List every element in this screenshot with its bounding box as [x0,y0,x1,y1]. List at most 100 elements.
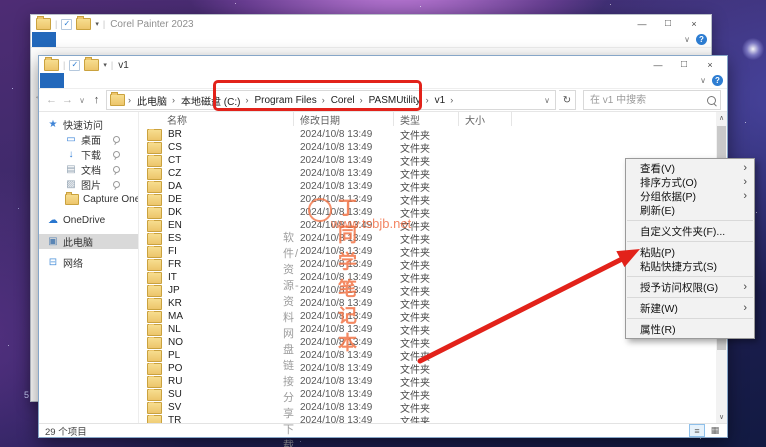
breadcrumb-this-pc[interactable]: 此电脑 › [133,93,176,108]
help-icon[interactable]: ? [696,34,707,45]
properties-check-icon[interactable]: ✓ [69,60,80,71]
thumbnails-view-button[interactable]: ▦ [707,424,723,437]
pin-icon [113,181,120,188]
sidebar-item-capture-one-sess[interactable]: Capture One Sess [39,192,138,207]
column-header-date-modified[interactable]: 修改日期 [294,112,394,126]
properties-check-icon[interactable]: ✓ [61,19,72,30]
recent-locations-dropdown-icon[interactable]: ∨ [77,96,87,105]
column-headers: 名称 修改日期 类型 大小 [139,112,716,126]
search-icon[interactable] [707,96,716,105]
quick-access-toolbar: | ✓ ▾ | [44,59,113,71]
breadcrumb-corel[interactable]: Corel › [327,95,364,106]
pin-icon [113,136,120,143]
refresh-button[interactable]: ↻ [559,90,576,110]
separator: | [111,60,113,70]
customize-toolbar-arrow-icon[interactable]: ▾ [103,61,107,69]
menu-item-group-by[interactable]: 分组依据(P) › [626,189,754,203]
breadcrumb-chevron-icon: › [127,95,132,105]
help-icon[interactable]: ? [712,75,723,86]
maximize-button[interactable]: □ [655,17,681,31]
file-row[interactable]: TR 2024/10/8 13:49 文件夹 [139,414,716,423]
folder-icon [147,194,162,206]
folder-icon [147,337,162,349]
sidebar-item-documents[interactable]: ▤ 文档 [39,162,138,177]
breadcrumb-pasmutility[interactable]: PASMUtility › [365,95,430,106]
folder-icon [147,350,162,362]
sidebar-item-pictures[interactable]: ▨ 图片 [39,177,138,192]
menu-item-paste[interactable]: 粘贴(P) [626,245,754,259]
menu-item-sort-by[interactable]: 排序方式(O) › [626,175,754,189]
close-button[interactable]: × [681,17,707,31]
forward-button[interactable]: → [61,94,74,106]
menu-item-view[interactable]: 查看(V) › [626,161,754,175]
search-input[interactable] [588,94,704,107]
close-button[interactable]: × [697,58,723,72]
column-header-name[interactable]: 名称 [139,112,294,126]
breadcrumb-v1[interactable]: v1 › [431,95,455,106]
address-dropdown-icon[interactable]: ∨ [541,96,553,105]
menu-item-paste-shortcut[interactable]: 粘贴快捷方式(S) [626,259,754,273]
tab-file[interactable] [32,32,56,47]
sidebar-item-onedrive[interactable]: ☁ OneDrive [39,213,138,228]
caption-controls: — □ × [645,58,723,72]
pin-icon [113,166,120,173]
column-header-size[interactable]: 大小 [459,112,512,126]
sidebar-item-desktop[interactable]: ▭ 桌面 [39,132,138,147]
tab-file[interactable] [40,73,64,88]
minimize-button[interactable]: — [629,17,655,31]
menu-item-refresh[interactable]: 刷新(E) [626,203,754,217]
new-folder-icon[interactable] [76,18,91,30]
menu-separator [627,318,753,319]
sidebar-item-network[interactable]: ⊟ 网络 [39,255,138,270]
sidebar-item-this-pc[interactable]: ▣ 此电脑 [39,234,138,249]
window-folder-icon [36,18,51,30]
maximize-button[interactable]: □ [671,58,697,72]
menu-item-properties[interactable]: 属性(R) [626,322,754,336]
item-count: 29 个项目 [45,424,87,438]
breadcrumb-chevron-icon: › [425,95,430,105]
tab-home[interactable] [64,73,88,88]
separator: | [55,19,57,29]
breadcrumb-chevron-icon: › [449,95,454,105]
sidebar-item-downloads[interactable]: ↓ 下载 [39,147,138,162]
minimize-button[interactable]: — [645,58,671,72]
explorer-main: ★ 快速访问 ▭ 桌面 ↓ 下载 ▤ 文档 [39,112,727,423]
column-header-type[interactable]: 类型 [394,112,459,126]
menu-item-give-access[interactable]: 授予访问权限(G) › [626,280,754,294]
scroll-down-icon[interactable]: ∨ [716,411,727,423]
address-bar[interactable]: › 此电脑 › 本地磁盘 (C:) › Program Files › Core… [106,90,556,110]
submenu-arrow-icon: › [743,191,747,201]
pictures-icon: ▨ [64,180,78,190]
ribbon-collapse-icon[interactable]: ∨ [684,35,690,44]
tab-share[interactable] [88,73,112,88]
breadcrumb: › 此电脑 › 本地磁盘 (C:) › Program Files › Core… [127,93,454,108]
folder-icon [147,285,162,297]
menu-item-new[interactable]: 新建(W) › [626,301,754,315]
breadcrumb-program-files[interactable]: Program Files › [250,95,325,106]
folder-icon [147,168,162,180]
breadcrumb-chevron-icon: › [171,95,176,105]
breadcrumb-local-disk-c[interactable]: 本地磁盘 (C:) › [177,93,249,108]
menu-item-customize-folder[interactable]: 自定义文件夹(F)... [626,224,754,238]
tab-share[interactable] [80,32,104,47]
menu-separator [627,220,753,221]
sidebar-item-quick-access[interactable]: ★ 快速访问 [39,117,138,132]
breadcrumb-chevron-icon: › [244,95,249,105]
new-folder-icon[interactable] [84,59,99,71]
tab-view[interactable] [112,73,136,88]
details-view-button[interactable]: ≡ [689,424,705,437]
folder-icon [147,233,162,245]
ribbon-collapse-icon[interactable]: ∨ [700,76,706,85]
customize-toolbar-arrow-icon[interactable]: ▾ [95,20,99,28]
computer-icon: ▣ [46,237,60,247]
folder-icon [147,298,162,310]
folder-icon [147,324,162,336]
ribbon-right: ∨ ? [684,32,711,47]
tab-view[interactable] [104,32,128,47]
scroll-up-icon[interactable]: ∧ [716,112,727,124]
back-button[interactable]: ← [45,94,58,106]
up-button[interactable]: ↑ [90,94,103,106]
status-bar: 29 个项目 ≡ ▦ [39,423,727,437]
tab-home[interactable] [56,32,80,47]
quick-access-star-icon: ★ [46,120,60,130]
